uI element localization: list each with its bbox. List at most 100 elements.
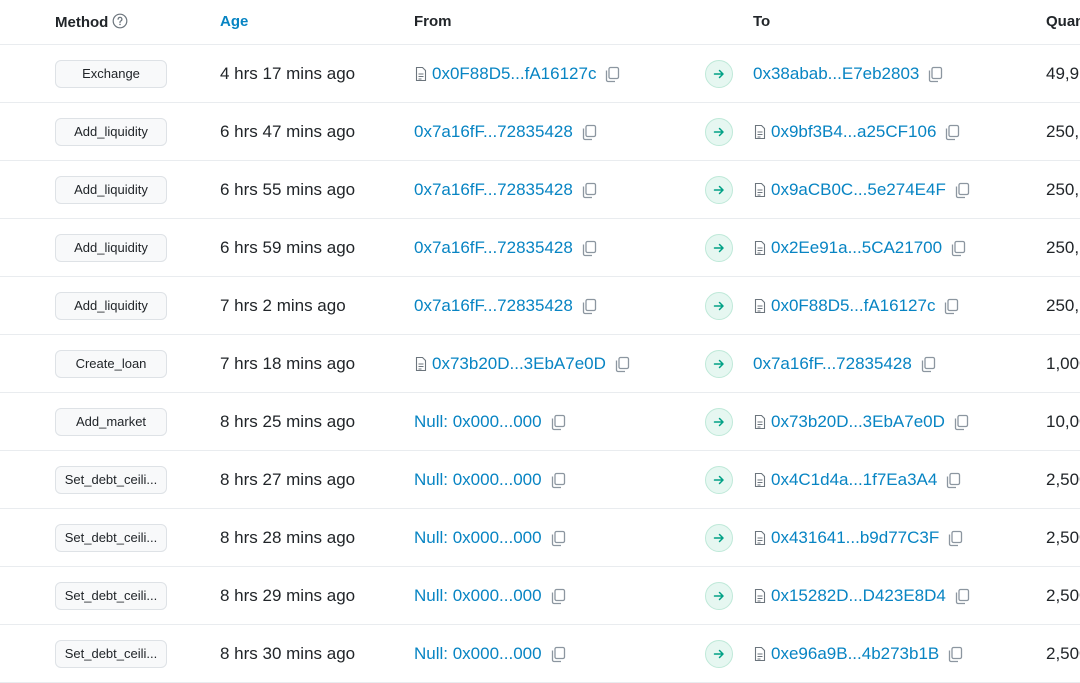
from-address-link[interactable]: 0x73b20D...3EbA7e0D	[432, 354, 606, 374]
to-address-link[interactable]: 0x4C1d4a...1f7Ea3A4	[771, 470, 937, 490]
table-row: Set_debt_ceili... 8 hrs 29 mins ago Null…	[0, 567, 1080, 625]
table-row: Create_loan 7 hrs 18 mins ago 0x73b20D..…	[0, 335, 1080, 393]
to-address-link[interactable]: 0x9aCB0C...5e274E4F	[771, 180, 946, 200]
method-badge[interactable]: Set_debt_ceili...	[55, 523, 167, 552]
method-cell: Create_loan	[55, 335, 167, 392]
age-cell: 6 hrs 47 mins ago	[220, 121, 356, 141]
copy-icon[interactable]	[946, 529, 964, 547]
from-cell: 0x7a16fF...72835428	[414, 219, 598, 276]
from-address-link[interactable]: Null: 0x000...000	[414, 586, 542, 606]
from-address-link[interactable]: 0x7a16fF...72835428	[414, 296, 573, 316]
copy-icon[interactable]	[953, 587, 971, 605]
to-cell: 0x2Ee91a...5CA21700	[753, 219, 967, 276]
copy-icon[interactable]	[549, 529, 567, 547]
to-cell: 0x73b20D...3EbA7e0D	[753, 393, 970, 450]
table-row: Add_liquidity 6 hrs 47 mins ago 0x7a16fF…	[0, 103, 1080, 161]
method-cell: Add_liquidity	[55, 219, 167, 276]
method-badge[interactable]: Set_debt_ceili...	[55, 639, 167, 668]
to-address-link[interactable]: 0x0F88D5...fA16127c	[771, 296, 935, 316]
header-method: Method	[55, 13, 128, 31]
method-badge[interactable]: Set_debt_ceili...	[55, 465, 167, 494]
copy-icon[interactable]	[953, 181, 971, 199]
copy-icon[interactable]	[926, 65, 944, 83]
age-cell: 7 hrs 18 mins ago	[220, 353, 356, 373]
to-address-link[interactable]: 0x2Ee91a...5CA21700	[771, 238, 942, 258]
age-cell: 8 hrs 28 mins ago	[220, 527, 356, 547]
header-age[interactable]: Age	[220, 13, 248, 30]
copy-icon[interactable]	[549, 413, 567, 431]
direction-cell	[705, 103, 733, 160]
arrow-right-icon	[705, 175, 733, 204]
to-address-link[interactable]: 0x9bf3B4...a25CF106	[771, 122, 936, 142]
table-row: Set_debt_ceili... 8 hrs 28 mins ago Null…	[0, 509, 1080, 567]
contract-file-icon	[414, 66, 428, 82]
method-cell: Add_liquidity	[55, 277, 167, 334]
copy-icon[interactable]	[580, 239, 598, 257]
to-address-link[interactable]: 0xe96a9B...4b273b1B	[771, 644, 939, 664]
from-address-link[interactable]: 0x7a16fF...72835428	[414, 122, 573, 142]
copy-icon[interactable]	[949, 239, 967, 257]
to-address-link[interactable]: 0x73b20D...3EbA7e0D	[771, 412, 945, 432]
copy-icon[interactable]	[943, 123, 961, 141]
copy-icon[interactable]	[580, 181, 598, 199]
contract-file-icon	[753, 472, 767, 488]
copy-icon[interactable]	[580, 123, 598, 141]
method-badge[interactable]: Set_debt_ceili...	[55, 581, 167, 610]
table-body: Exchange 4 hrs 17 mins ago 0x0F88D5...fA…	[0, 45, 1080, 683]
copy-icon[interactable]	[549, 645, 567, 663]
from-address-link[interactable]: 0x7a16fF...72835428	[414, 180, 573, 200]
copy-icon[interactable]	[944, 471, 962, 489]
method-cell: Set_debt_ceili...	[55, 567, 167, 624]
arrow-right-icon	[705, 407, 733, 436]
age-cell: 4 hrs 17 mins ago	[220, 63, 356, 83]
method-badge[interactable]: Add_market	[55, 407, 167, 436]
contract-file-icon	[753, 240, 767, 256]
age-cell: 8 hrs 27 mins ago	[220, 469, 356, 489]
method-cell: Set_debt_ceili...	[55, 625, 167, 682]
contract-file-icon	[414, 356, 428, 372]
copy-icon[interactable]	[942, 297, 960, 315]
method-badge[interactable]: Add_liquidity	[55, 291, 167, 320]
header-to: To	[753, 13, 771, 30]
quantity-cell: 2,500	[1046, 527, 1080, 547]
method-badge[interactable]: Exchange	[55, 59, 167, 88]
copy-icon[interactable]	[549, 587, 567, 605]
to-address-link[interactable]: 0x7a16fF...72835428	[753, 354, 912, 374]
to-address-link[interactable]: 0x15282D...D423E8D4	[771, 586, 946, 606]
direction-cell	[705, 277, 733, 334]
method-cell: Set_debt_ceili...	[55, 451, 167, 508]
copy-icon[interactable]	[603, 65, 621, 83]
copy-icon[interactable]	[946, 645, 964, 663]
to-address-link[interactable]: 0x38abab...E7eb2803	[753, 64, 919, 84]
from-address-link[interactable]: 0x0F88D5...fA16127c	[432, 64, 596, 84]
from-address-link[interactable]: Null: 0x000...000	[414, 528, 542, 548]
age-cell: 6 hrs 55 mins ago	[220, 179, 356, 199]
arrow-right-icon	[705, 59, 733, 88]
table-header: Method Age From To Quan	[0, 0, 1080, 45]
copy-icon[interactable]	[919, 355, 937, 373]
quantity-cell: 2,500	[1046, 469, 1080, 489]
copy-icon[interactable]	[952, 413, 970, 431]
age-cell: 8 hrs 29 mins ago	[220, 585, 356, 605]
method-badge[interactable]: Add_liquidity	[55, 233, 167, 262]
to-cell: 0x0F88D5...fA16127c	[753, 277, 960, 334]
direction-cell	[705, 45, 733, 102]
method-badge[interactable]: Add_liquidity	[55, 117, 167, 146]
method-badge[interactable]: Create_loan	[55, 349, 167, 378]
quantity-cell: 250,(	[1046, 179, 1080, 199]
method-badge[interactable]: Add_liquidity	[55, 175, 167, 204]
question-circle-icon[interactable]	[112, 13, 128, 29]
from-address-link[interactable]: Null: 0x000...000	[414, 644, 542, 664]
copy-icon[interactable]	[580, 297, 598, 315]
from-cell: Null: 0x000...000	[414, 451, 567, 508]
from-address-link[interactable]: Null: 0x000...000	[414, 470, 542, 490]
from-address-link[interactable]: 0x7a16fF...72835428	[414, 238, 573, 258]
arrow-right-icon	[705, 465, 733, 494]
contract-file-icon	[753, 298, 767, 314]
from-address-link[interactable]: Null: 0x000...000	[414, 412, 542, 432]
copy-icon[interactable]	[549, 471, 567, 489]
direction-cell	[705, 567, 733, 624]
to-address-link[interactable]: 0x431641...b9d77C3F	[771, 528, 939, 548]
copy-icon[interactable]	[613, 355, 631, 373]
from-cell: 0x7a16fF...72835428	[414, 103, 598, 160]
